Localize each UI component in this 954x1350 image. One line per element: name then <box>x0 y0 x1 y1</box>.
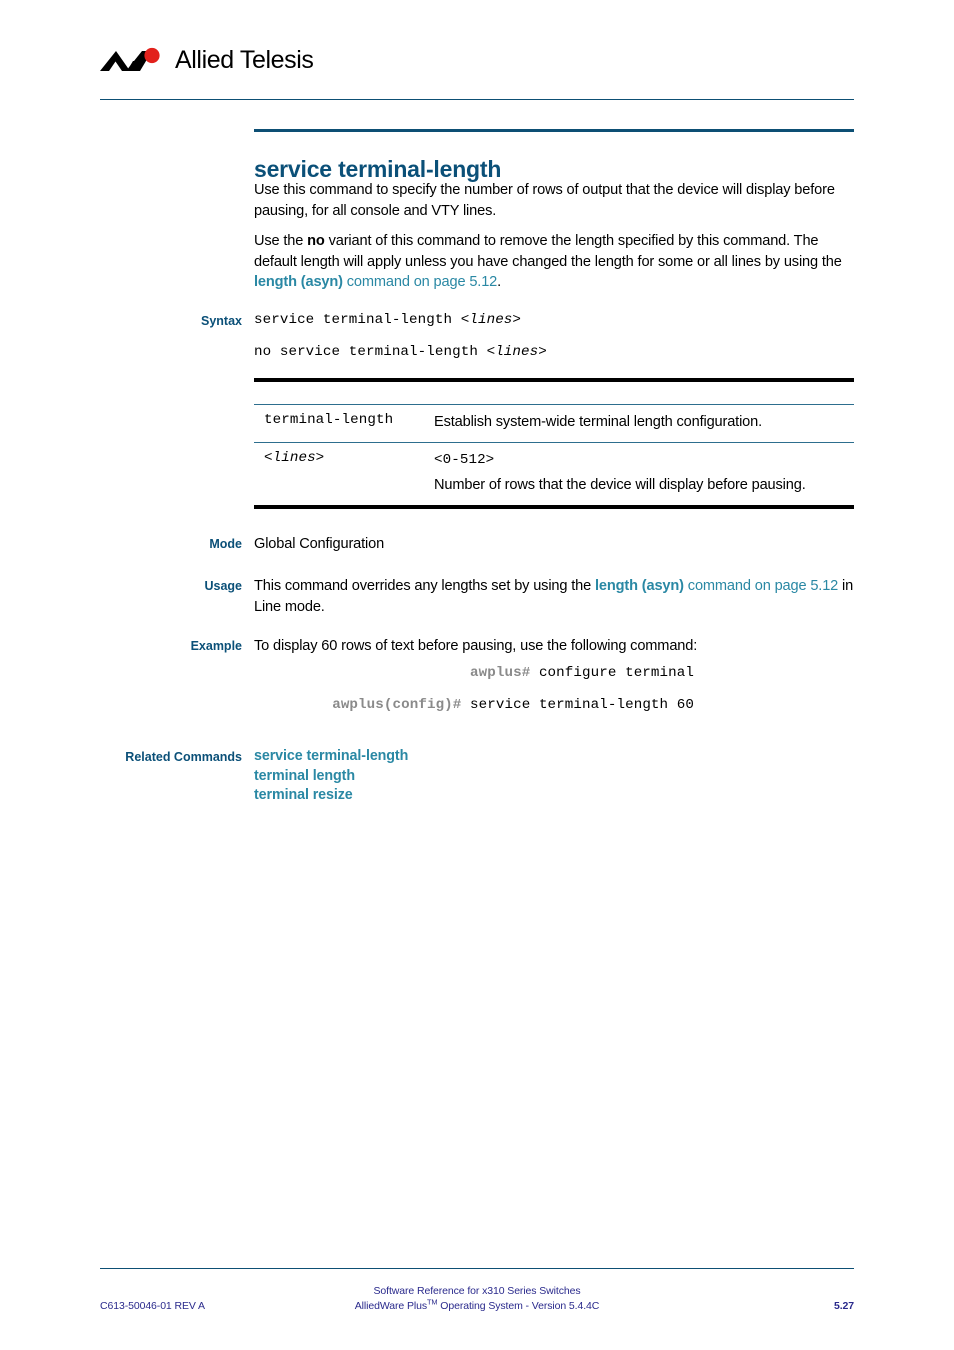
cli-line: awplus(config)# service terminal-length … <box>254 694 694 716</box>
length-asyn-link[interactable]: length (asyn) <box>254 274 343 290</box>
footer-page-number: 5.27 <box>833 1300 854 1312</box>
intro-p2-middle: variant of this command to remove the le… <box>254 233 842 270</box>
footer-product-name: AlliedWare Plus <box>354 1300 427 1312</box>
page-footer: Software Reference for x310 Series Switc… <box>100 1284 854 1330</box>
syntax-block: service terminal-length <lines> no servi… <box>254 312 854 360</box>
related-commands-list: service terminal-length terminal length … <box>254 747 854 806</box>
related-command-link[interactable]: service terminal-length <box>254 747 854 767</box>
table-cell-value-range: <0-512> <box>434 452 495 468</box>
usage-text: This command overrides any lengths set b… <box>254 576 854 617</box>
cli-example-block: awplus# configure terminal awplus(config… <box>254 662 694 716</box>
usage-length-asyn-link[interactable]: length (asyn) <box>595 578 684 594</box>
mode-value: Global Configuration <box>254 536 385 552</box>
related-commands-label: Related Commands <box>125 750 242 764</box>
intro-p2-period: . <box>497 274 502 290</box>
footer-center-text: Software Reference for x310 Series Switc… <box>100 1284 854 1314</box>
mode-label: Mode <box>209 537 242 551</box>
table-row: terminal-length Establish system-wide te… <box>254 404 854 442</box>
brand-name: Allied Telesis <box>175 45 314 74</box>
related-command-link[interactable]: terminal resize <box>254 786 854 806</box>
intro-p2-prefix: Use the <box>254 233 308 249</box>
table-cell-description: Establish system-wide terminal length co… <box>434 412 854 433</box>
cli-command: service terminal-length 60 <box>461 697 694 713</box>
example-label: Example <box>190 639 242 653</box>
intro-paragraph-1: Use this command to specify the number o… <box>254 180 854 221</box>
header-divider <box>100 99 854 100</box>
syntax-line-1-command: service terminal-length <box>254 312 461 328</box>
table-cell-description-text: Number of rows that the device will disp… <box>434 477 806 493</box>
syntax-line-2: no service terminal-length <lines> <box>254 344 854 360</box>
table-cell-parameter-name: <lines> <box>264 450 325 466</box>
footer-os-version: Operating System - Version 5.4.4C <box>437 1300 600 1312</box>
intro-p1-text: Use this command to specify the number o… <box>254 182 835 219</box>
table-cell-parameter-name: terminal-length <box>264 412 394 428</box>
syntax-line-1: service terminal-length <lines> <box>254 312 854 328</box>
footer-divider <box>100 1268 854 1269</box>
intro-p2-no-keyword: no <box>307 233 325 249</box>
allied-telesis-chevron-logo-icon <box>100 47 168 73</box>
footer-document-id: C613-50046-01 REV A <box>100 1300 205 1312</box>
syntax-label: Syntax <box>201 314 242 328</box>
usage-text-prefix: This command overrides any lengths set b… <box>254 578 596 594</box>
table-cell-description-text: Establish system-wide terminal length co… <box>434 414 763 430</box>
cli-command: configure terminal <box>530 665 694 681</box>
cli-prompt: awplus(config)# <box>332 697 462 713</box>
length-asyn-page-ref[interactable]: command on page 5.12 <box>343 274 498 290</box>
intro-paragraph-2: Use the no variant of this command to re… <box>254 231 854 293</box>
usage-length-asyn-page-ref[interactable]: command on page 5.12 <box>684 578 839 594</box>
cli-line: awplus# configure terminal <box>254 662 694 684</box>
table-spacer-row <box>254 382 854 404</box>
page-header: Allied Telesis <box>100 40 854 80</box>
document-page: Allied Telesis service terminal-length U… <box>0 0 954 1350</box>
table-bottom-border <box>254 505 854 509</box>
usage-label: Usage <box>204 579 242 593</box>
cli-prompt: awplus# <box>470 665 531 681</box>
related-command-link[interactable]: terminal length <box>254 767 854 787</box>
syntax-line-2-command: no service terminal-length <box>254 344 487 360</box>
footer-trademark-symbol: TM <box>426 1297 438 1307</box>
brand-logo: Allied Telesis <box>100 40 854 80</box>
syntax-line-1-param: <lines> <box>460 312 522 328</box>
title-divider <box>254 129 854 132</box>
footer-product-version: AlliedWare PlusTM Operating System - Ver… <box>100 1297 854 1314</box>
parameter-table: terminal-length Establish system-wide te… <box>254 378 854 509</box>
example-intro: To display 60 rows of text before pausin… <box>254 638 698 654</box>
footer-reference-title: Software Reference for x310 Series Switc… <box>373 1285 581 1297</box>
table-cell-description: <0-512> Number of rows that the device w… <box>434 450 854 496</box>
table-row: <lines> <0-512> Number of rows that the … <box>254 442 854 505</box>
syntax-line-2-param: <lines> <box>486 344 547 360</box>
